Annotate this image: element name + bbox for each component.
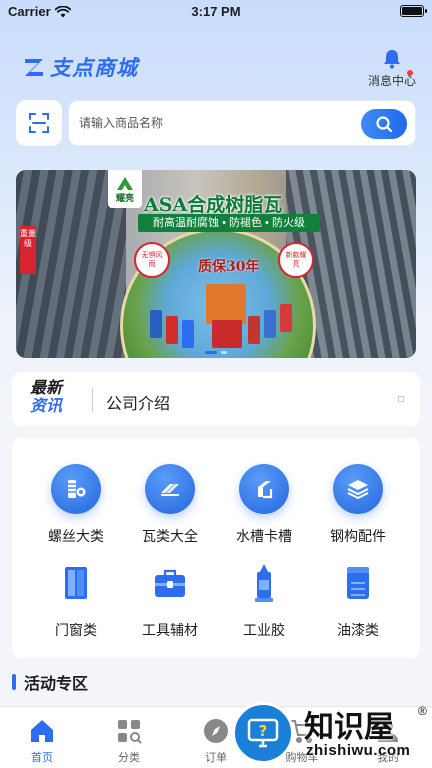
tab-categories[interactable]: 分类	[99, 717, 159, 765]
tile-sample	[212, 320, 242, 348]
news-logo: 最新 资讯	[30, 380, 74, 416]
logo-text: 支点商城	[50, 57, 138, 80]
news-logo-line1: 最新	[30, 380, 63, 397]
glue-icon	[255, 564, 273, 602]
tab-label: 订单	[205, 752, 227, 764]
banner-brand-logo: 耀亮	[108, 170, 142, 208]
app-logo: 支点商城	[22, 52, 138, 82]
category-label: 水槽卡槽	[236, 528, 292, 544]
watermark-url: zhishiwu.com	[306, 742, 411, 759]
gutter-icon	[258, 481, 273, 499]
tile-sample	[206, 284, 246, 324]
category-grid: 螺丝大类 瓦类大全 水槽卡槽 钢构配件 门窗类 工具辅材 工业胶 油漆类	[12, 438, 420, 658]
activity-section-title: 活动专区	[12, 670, 88, 694]
category-label: 工具辅材	[142, 622, 198, 638]
category-label: 瓦类大全	[142, 528, 198, 544]
category-label: 钢构配件	[330, 528, 386, 544]
grid-icon	[118, 720, 142, 744]
section-accent-bar	[12, 674, 16, 690]
category-glue[interactable]: 工业胶	[216, 558, 312, 648]
category-steel[interactable]: 钢构配件	[310, 464, 406, 554]
banner-title: ASA合成树脂瓦	[144, 194, 283, 216]
category-tiles[interactable]: 瓦类大全	[122, 464, 218, 554]
tab-label: 首页	[31, 752, 53, 764]
battery-icon	[400, 5, 427, 17]
search-icon	[376, 116, 393, 133]
banner-badge: 重量级	[20, 226, 36, 274]
watermark-logo: ?	[232, 702, 294, 764]
banner-dot[interactable]	[221, 351, 227, 354]
news-headline[interactable]: 公司介绍	[106, 390, 170, 414]
category-doors-windows[interactable]: 门窗类	[28, 558, 124, 648]
tile-sample	[150, 310, 162, 338]
category-label: 门窗类	[55, 622, 97, 638]
tile-sample	[280, 304, 292, 332]
monitor-question-icon: ?	[247, 718, 279, 748]
banner-dot-active[interactable]	[205, 351, 217, 354]
category-screws[interactable]: 螺丝大类	[28, 464, 124, 554]
logo-mark-icon	[25, 59, 43, 76]
category-label: 油漆类	[337, 622, 379, 638]
message-center-button[interactable]: 消息中心	[368, 48, 416, 89]
tile-sample	[264, 310, 276, 338]
layers-icon	[347, 480, 369, 500]
search-row	[16, 100, 416, 146]
banner-warranty: 质保30年	[198, 259, 260, 275]
search-input[interactable]	[79, 101, 349, 145]
news-ticker[interactable]: 最新 资讯 公司介绍	[12, 372, 420, 426]
door-window-icon	[65, 567, 87, 599]
compass-icon	[204, 719, 228, 743]
banner-pagination	[16, 351, 416, 354]
news-indicator	[398, 396, 404, 402]
watermark-registered: ®	[418, 704, 427, 718]
tile-icon	[161, 484, 179, 496]
scan-button[interactable]	[16, 100, 62, 146]
category-gutters[interactable]: 水槽卡槽	[216, 464, 312, 554]
notification-dot	[406, 70, 413, 76]
tile-sample	[182, 320, 194, 348]
screw-icon	[68, 480, 87, 498]
category-tools[interactable]: 工具辅材	[122, 558, 218, 648]
brand-logo-icon	[117, 176, 133, 190]
promo-banner[interactable]: 重量级 耀亮 ASA合成树脂瓦 耐高温耐腐蚀 • 防褪色 • 防火级 无惧风雨 …	[16, 170, 416, 358]
category-label: 螺丝大类	[48, 528, 104, 544]
search-box	[68, 100, 416, 146]
bell-icon	[383, 50, 400, 69]
news-logo-line2: 资讯	[30, 398, 63, 415]
watermark: ? 知识屋 ® zhishiwu.com	[232, 700, 432, 768]
category-paint[interactable]: 油漆类	[310, 558, 406, 648]
banner-tag-right: 新款耀亮	[278, 242, 314, 278]
banner-logo-text: 耀亮	[115, 192, 134, 203]
divider	[92, 388, 93, 412]
app-header: 支点商城 消息中心	[0, 48, 432, 88]
tab-home[interactable]: 首页	[12, 717, 72, 765]
tile-sample	[166, 316, 178, 344]
toolbox-icon	[155, 569, 185, 597]
watermark-title: 知识屋	[304, 710, 394, 745]
category-label: 工业胶	[243, 622, 285, 638]
status-time: 3:17 PM	[191, 4, 241, 19]
home-icon	[31, 720, 53, 742]
banner-tag-left: 无惧风雨	[134, 242, 170, 278]
tab-label: 分类	[118, 752, 140, 764]
search-button[interactable]	[361, 109, 407, 139]
tile-sample	[248, 316, 260, 344]
paint-can-icon	[347, 567, 369, 599]
svg-text:?: ?	[259, 722, 268, 740]
status-bar: Carrier 3:17 PM	[0, 0, 432, 22]
scan-icon	[29, 113, 49, 133]
banner-subtitle: 耐高温耐腐蚀 • 防褪色 • 防火级	[138, 214, 320, 232]
activity-title: 活动专区	[24, 676, 89, 693]
